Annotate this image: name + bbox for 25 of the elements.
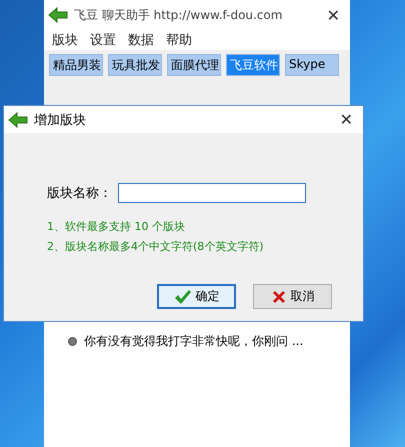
message-text: 你有没有觉得我打字非常快呢，你刚问 ...: [84, 333, 304, 350]
close-button[interactable]: ✕: [334, 110, 359, 129]
bullet-icon: [68, 337, 77, 346]
dialog-title: 增加版块: [34, 112, 87, 128]
note-text: 1、软件最多支持 10 个版块: [47, 219, 186, 234]
tab[interactable]: 精品男装: [49, 54, 103, 76]
menu-item[interactable]: 设置: [90, 31, 116, 49]
cancel-button[interactable]: 取消: [253, 284, 332, 309]
cross-icon: [270, 288, 286, 304]
menu-item[interactable]: 版块: [52, 31, 78, 49]
ok-button[interactable]: 确定: [157, 284, 236, 309]
field-label: 版块名称：: [47, 185, 112, 202]
checkmark-icon: [174, 288, 192, 304]
menu-item[interactable]: 数据: [128, 31, 154, 49]
window-title: 飞豆 聊天助手 http://www.f-dou.com: [74, 6, 284, 24]
name-field[interactable]: [118, 183, 306, 203]
close-button[interactable]: ✕: [320, 6, 346, 24]
tab[interactable]: 面膜代理: [167, 54, 221, 76]
menu-item[interactable]: 帮助: [166, 31, 192, 49]
back-arrow-icon: [48, 7, 68, 23]
back-arrow-icon: [8, 112, 28, 128]
tab[interactable]: 飞豆软件: [226, 54, 280, 76]
tab[interactable]: 玩具批发: [108, 54, 162, 76]
note-text: 2、版块名称最多4个中文字符(8个英文字符): [47, 239, 265, 254]
tab[interactable]: Skype: [285, 54, 339, 76]
